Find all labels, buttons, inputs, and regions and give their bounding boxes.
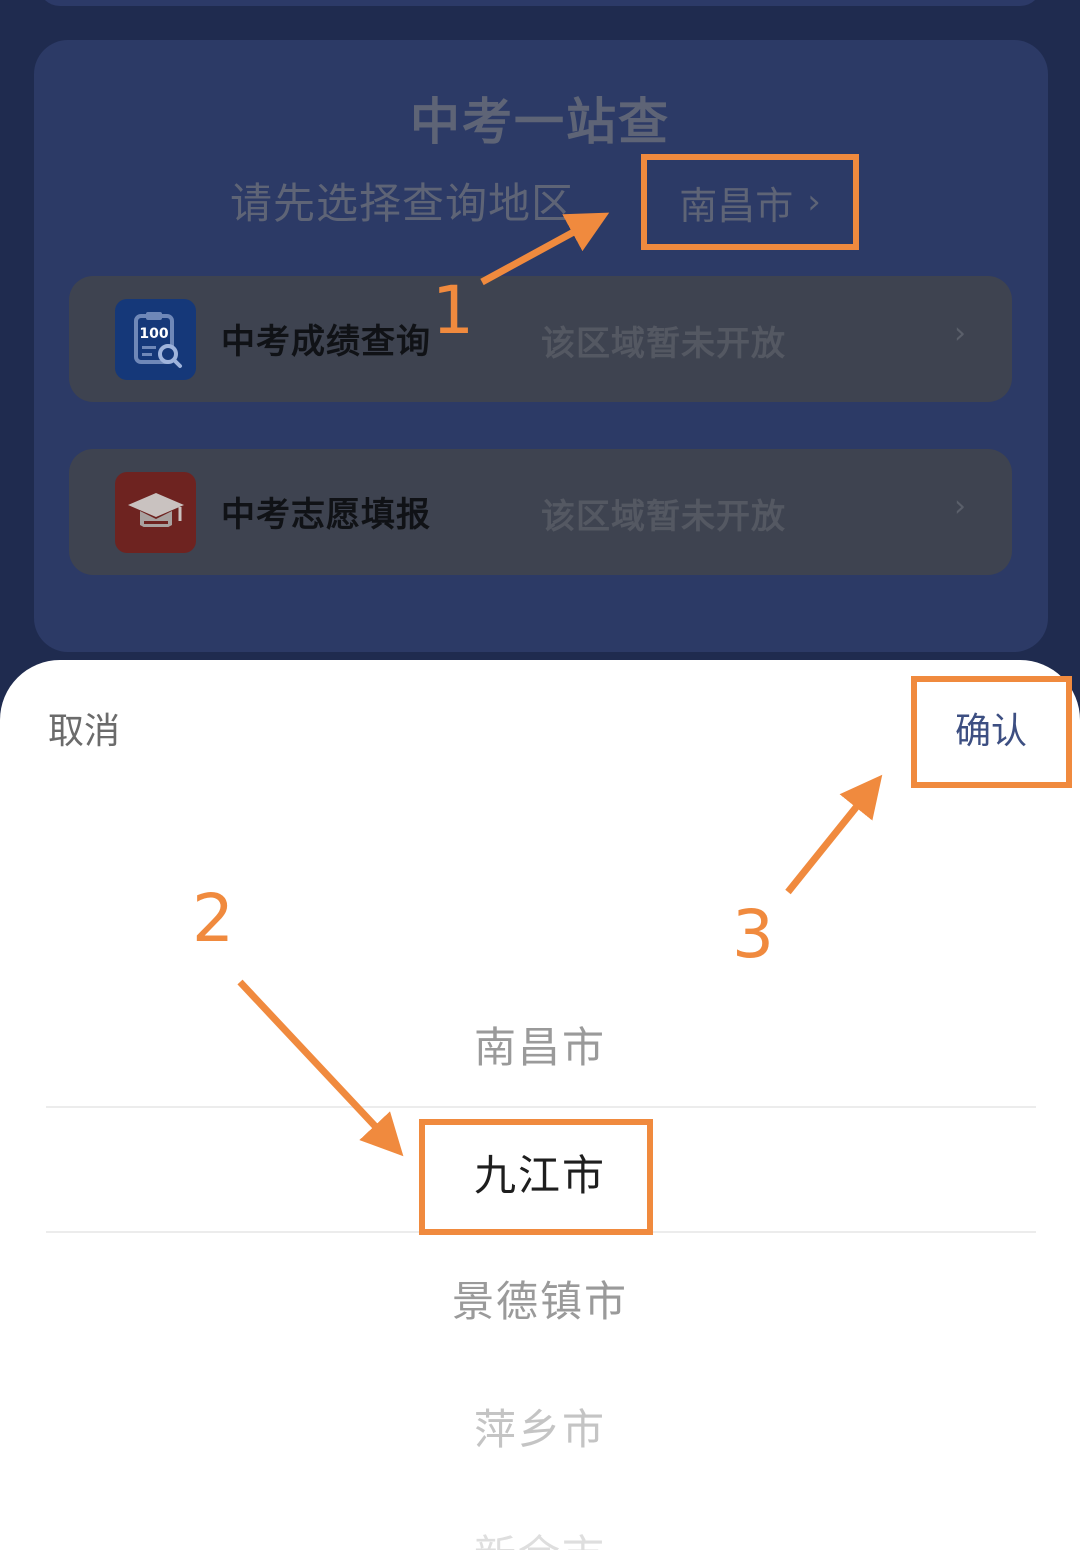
chevron-right-icon: › xyxy=(954,489,966,524)
application-fill-item[interactable]: 中考志愿填报 该区域暂未开放 › xyxy=(69,449,1012,575)
picker-option-selected[interactable]: 九江市 xyxy=(0,1142,1080,1203)
score-query-status: 该区域暂未开放 xyxy=(541,324,786,364)
chevron-right-icon: › xyxy=(954,316,966,351)
annotation-step-1: 1 xyxy=(432,272,474,349)
city-picker-sheet: 取消 确认 南昌市 九江市 景德镇市 萍乡市 新余市 xyxy=(0,660,1080,1550)
picker-option[interactable]: 新余市 xyxy=(0,1522,1080,1550)
annotation-step-2: 2 xyxy=(192,880,234,957)
card-title: 中考一站查 xyxy=(410,93,670,151)
confirm-button[interactable]: 确认 xyxy=(955,702,1027,754)
annotation-step-3: 3 xyxy=(732,896,774,973)
previous-card-edge xyxy=(38,0,1042,6)
application-fill-status: 该区域暂未开放 xyxy=(541,497,786,537)
region-prompt: 请先选择查询地区 xyxy=(230,179,575,228)
score-query-label: 中考成绩查询 xyxy=(221,322,431,362)
region-value: 南昌市 xyxy=(679,183,794,228)
score-report-icon: 100 xyxy=(115,299,196,380)
picker-option[interactable]: 景德镇市 xyxy=(0,1268,1080,1329)
chevron-right-icon: › xyxy=(807,182,821,222)
region-selector[interactable]: 南昌市 › xyxy=(648,162,852,242)
application-fill-label: 中考志愿填报 xyxy=(221,495,431,535)
picker-option[interactable]: 南昌市 xyxy=(0,1014,1080,1075)
picker-option[interactable]: 萍乡市 xyxy=(0,1396,1080,1457)
graduation-cap-icon xyxy=(115,472,196,553)
cancel-button[interactable]: 取消 xyxy=(48,702,120,754)
picker-selection-bottom-line xyxy=(46,1231,1036,1233)
svg-text:100: 100 xyxy=(139,326,168,342)
picker-selection-top-line xyxy=(46,1106,1036,1108)
score-query-item[interactable]: 100 中考成绩查询 该区域暂未开放 › xyxy=(69,276,1012,402)
